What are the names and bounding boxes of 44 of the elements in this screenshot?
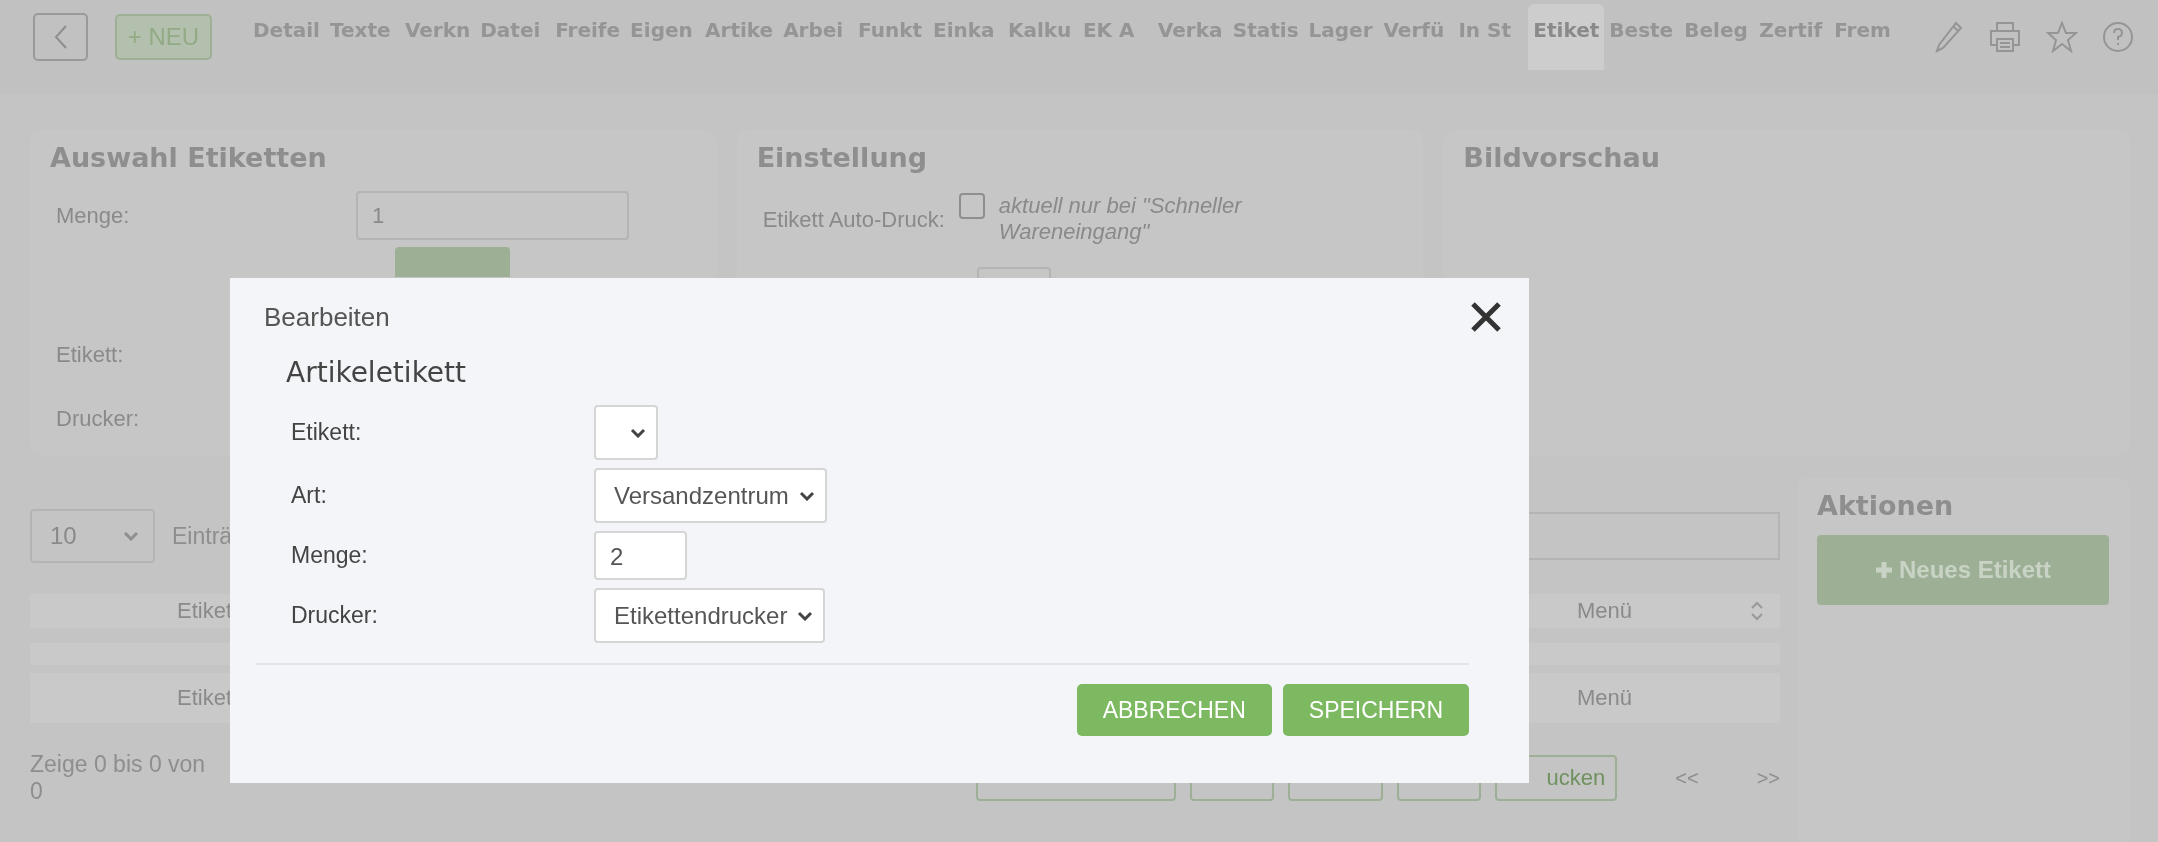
panel-title: Einstellung xyxy=(756,142,929,173)
sort-icon[interactable] xyxy=(1750,600,1764,622)
field-label: Art: xyxy=(291,482,328,509)
field-label: Menge: xyxy=(55,202,131,229)
chevron-down-icon xyxy=(630,427,646,438)
chevron-down-icon xyxy=(797,610,814,621)
field-label: Drucker: xyxy=(291,602,379,629)
table-cell: Menü xyxy=(1577,685,1633,711)
field-label: Etikett: xyxy=(56,342,124,368)
panel-title: Auswahl Etiketten xyxy=(50,142,328,173)
dialog-title: Bearbeiten xyxy=(264,301,390,333)
table-cell: Etiket xyxy=(177,685,233,711)
select-field[interactable]: Etikettendrucker xyxy=(594,588,826,643)
pencil-icon[interactable] xyxy=(1934,20,1964,54)
quantity-field[interactable]: 1 xyxy=(356,191,629,240)
next-link[interactable]: >> xyxy=(1756,766,1780,790)
field-label: Drucker: xyxy=(56,406,140,432)
form-heading: Artikeletikett xyxy=(286,356,468,389)
panel-title: Aktionen xyxy=(1817,490,1955,521)
hint-text: aktuell nur bei "Schneller Wareneingang" xyxy=(998,193,1244,245)
field-label: Etikett: xyxy=(291,419,363,446)
printer-icon[interactable] xyxy=(1988,21,2022,53)
cancel-button[interactable]: ABBRECHEN xyxy=(1076,684,1272,736)
page-size-select[interactable]: 10 xyxy=(30,509,155,563)
column-header[interactable]: Menü xyxy=(1577,598,1633,624)
checkbox[interactable] xyxy=(958,193,985,219)
chevron-down-icon xyxy=(123,531,139,541)
select-field[interactable] xyxy=(594,405,658,460)
quantity-field[interactable]: 2 xyxy=(594,531,687,580)
previous-link[interactable]: << xyxy=(1675,766,1699,790)
help-icon[interactable] xyxy=(2102,21,2134,53)
field-label: Menge: xyxy=(291,542,369,569)
save-button[interactable]: SPEICHERN xyxy=(1282,684,1469,736)
chevron-left-icon xyxy=(53,24,68,50)
back-button[interactable] xyxy=(33,13,88,61)
chevron-down-icon xyxy=(798,490,815,501)
close-icon[interactable] xyxy=(1469,300,1503,334)
tab[interactable]: Etiket xyxy=(1528,4,1605,70)
panel-title: Bildvorschau xyxy=(1463,142,1661,173)
plus-icon xyxy=(1874,561,1893,579)
select-field[interactable]: Versandzentrum xyxy=(594,468,827,523)
star-icon[interactable] xyxy=(2046,21,2078,53)
field-label: Etikett Auto-Druck: xyxy=(762,207,945,234)
print-button[interactable] xyxy=(395,247,510,277)
